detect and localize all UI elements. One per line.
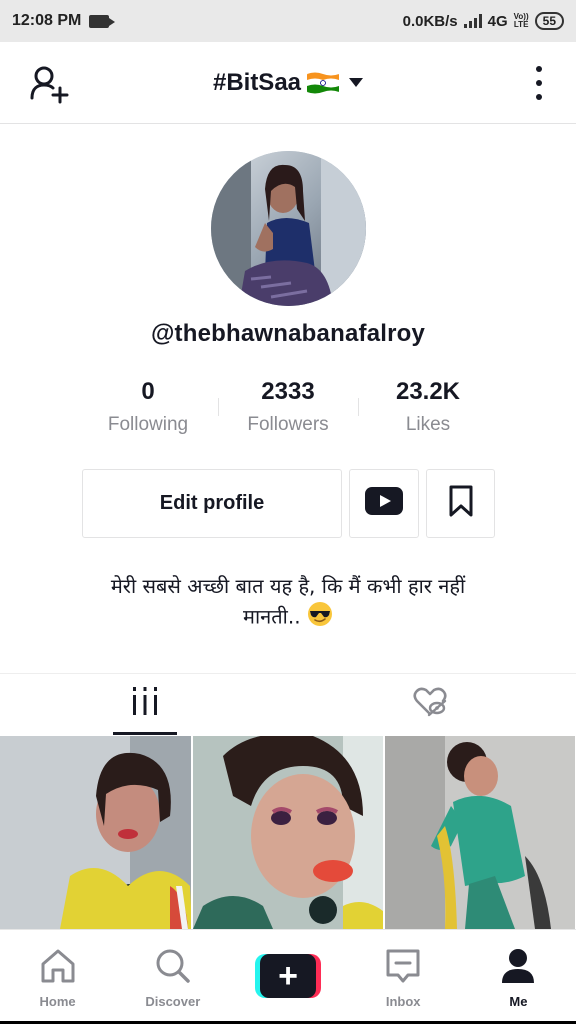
bookmark-icon [448,485,474,522]
avatar[interactable] [211,151,366,306]
hidden-heart-icon [413,687,447,722]
clock: 12:08 PM [12,12,82,29]
battery-icon: 55 [534,12,564,30]
bottom-nav: Home Discover + Inbox Me [0,929,576,1024]
create-video-button[interactable]: + [255,954,321,998]
youtube-button[interactable] [349,469,419,538]
nav-discover-label: Discover [145,994,201,1009]
home-icon [38,946,78,986]
vertical-dots-icon[interactable] [536,66,542,100]
volte-icon: Vo)) LTE [513,12,529,29]
tab-liked[interactable] [398,674,462,735]
stat-likes[interactable]: 23.2K Likes [358,378,498,442]
video-camera-icon [89,14,116,28]
inbox-icon [383,946,423,986]
bio-line-2: मानती.. [243,604,301,629]
nav-inbox-label: Inbox [385,994,421,1009]
chevron-down-icon [349,78,364,87]
signal-icon [463,14,482,28]
india-flag-icon [307,72,340,94]
nav-me[interactable]: Me [461,930,576,1024]
content-tabs [0,673,576,735]
search-icon [153,946,193,986]
network-speed: 0.0KB/s [402,12,458,30]
favorites-button[interactable] [426,469,495,538]
grid-icon [132,686,158,720]
profile-stats: 0 Following 2333 Followers 23.2K Likes [78,378,498,442]
person-icon [498,946,538,986]
video-grid [0,736,576,929]
bio-line-1: मेरी सबसे अच्छी बात यह है, कि मैं कभी हा… [110,574,466,598]
profile-header: #BitSaa [0,42,576,124]
edit-profile-button[interactable]: Edit profile [82,469,342,538]
sunglasses-emoji-icon [307,601,333,635]
tab-videos[interactable] [113,674,177,735]
add-user-icon[interactable] [30,64,70,104]
nav-create[interactable]: + [230,930,345,1024]
nav-inbox[interactable]: Inbox [346,930,461,1024]
network-type: 4G [487,12,508,30]
nav-home[interactable]: Home [0,930,115,1024]
nav-me-label: Me [509,994,528,1009]
video-thumbnail[interactable] [385,736,576,929]
nav-discover[interactable]: Discover [115,930,230,1024]
stat-following[interactable]: 0 Following [78,378,218,442]
profile-bio: मेरी सबसे अच्छी बात यह है, कि मैं कभी हा… [40,571,536,635]
status-bar: 12:08 PM 0.0KB/s 4G Vo)) LTE 55 [0,0,576,42]
plus-icon: + [260,954,316,998]
stat-followers[interactable]: 2333 Followers [218,378,358,442]
username: @thebhawnabanafalroy [150,320,426,347]
page-title: #BitSaa [212,68,302,96]
video-thumbnail[interactable] [0,736,191,929]
account-switcher[interactable]: #BitSaa [212,68,364,97]
youtube-icon [365,487,403,520]
nav-home-label: Home [39,994,76,1009]
video-thumbnail[interactable] [192,736,384,929]
